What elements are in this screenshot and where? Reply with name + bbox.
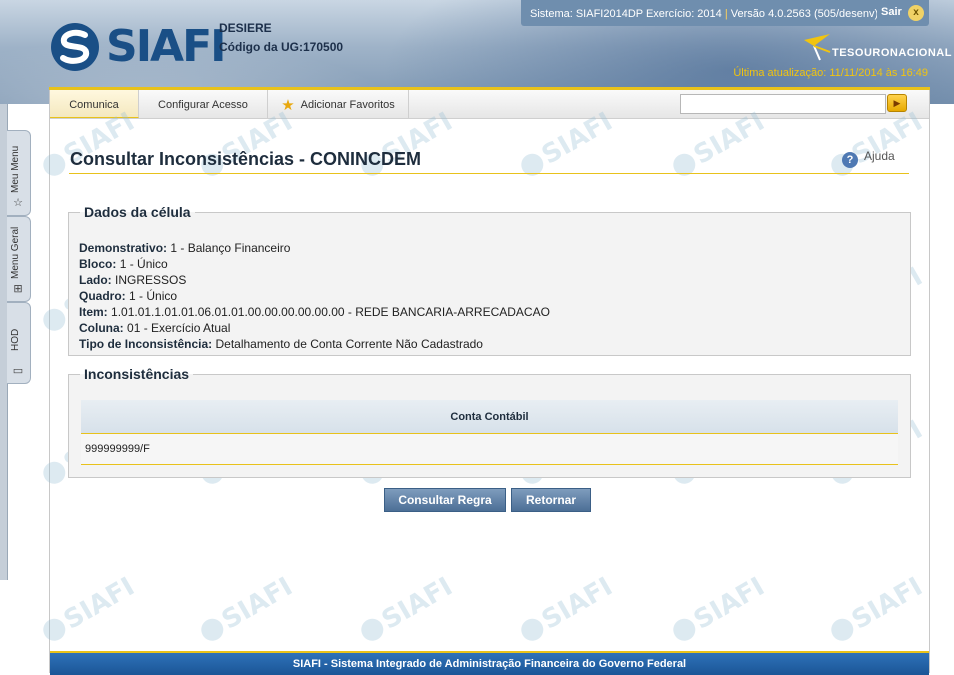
logout-label: Sair (881, 6, 902, 18)
tesouro-star-icon (804, 34, 831, 61)
field-coluna: Coluna: 01 - Exercício Atual (79, 320, 550, 336)
field-demonstrativo: Demonstrativo: 1 - Balanço Financeiro (79, 240, 550, 256)
field-label: Demonstrativo: (79, 241, 168, 255)
tesouro-nacional-label: TESOURONACIONAL (832, 47, 952, 59)
siafi-logo: SIAFI (50, 21, 227, 72)
side-tab-label: Menu Geral (10, 226, 21, 279)
system-info: Sistema: SIAFI2014DP Exercício: 2014 (530, 8, 722, 20)
toolbar-item-label: Adicionar Favoritos (300, 99, 395, 111)
toolbar-item-comunica[interactable]: Comunica (50, 90, 139, 118)
inconsistencias-panel: Inconsistências Conta Contábil 999999999… (68, 366, 911, 478)
field-label: Item: (79, 305, 108, 319)
field-label: Coluna: (79, 321, 124, 335)
search-go-button[interactable]: ▶ (887, 94, 907, 112)
retornar-button[interactable]: Retornar (511, 488, 591, 512)
field-quadro: Quadro: 1 - Único (79, 288, 550, 304)
system-info-bar: Sistema: SIAFI2014DP Exercício: 2014 | V… (521, 0, 888, 26)
side-tab-label: HOD (10, 328, 21, 351)
user-info: DESIERE Código da UG:170500 (219, 19, 343, 57)
field-value: 01 - Exercício Atual (127, 321, 231, 335)
search-input[interactable] (680, 94, 886, 114)
field-label: Quadro: (79, 289, 126, 303)
help-link[interactable]: ? Ajuda (842, 149, 895, 168)
column-header-conta-contabil[interactable]: Conta Contábil (81, 400, 898, 434)
title-divider (69, 173, 909, 174)
siafi-logo-text: SIAFI (106, 21, 227, 72)
user-name: DESIERE (219, 21, 272, 35)
ug-label: Código da UG: (219, 40, 303, 54)
field-value: 1.01.01.1.01.01.06.01.01.00.00.00.00.00.… (111, 305, 550, 319)
field-label: Tipo de Inconsistência: (79, 337, 213, 351)
ug-info: Código da UG:170500 (219, 38, 343, 57)
page-title: Consultar Inconsistências - CONINCDEM (70, 149, 422, 169)
field-item: Item: 1.01.01.1.01.01.06.01.01.00.00.00.… (79, 304, 550, 320)
field-tipo-inconsistencia: Tipo de Inconsistência: Detalhamento de … (79, 336, 550, 352)
ug-code: 170500 (303, 40, 344, 54)
field-value: 1 - Único (129, 289, 178, 303)
siafi-logo-icon (51, 23, 99, 71)
help-label: Ajuda (864, 149, 895, 163)
side-tab-meu-menu[interactable]: Meu Menu ☆ (7, 130, 31, 216)
help-icon: ? (842, 152, 858, 168)
field-value: Detalhamento de Conta Corrente Não Cadas… (215, 337, 483, 351)
field-value: INGRESSOS (115, 273, 187, 287)
dados-celula-legend: Dados da célula (84, 204, 191, 220)
table-row[interactable]: 999999999/F (81, 434, 898, 465)
version-info: Versão 4.0.2563 (505/desenv) (730, 8, 879, 20)
consultar-regra-button[interactable]: Consultar Regra (384, 488, 506, 512)
field-bloco: Bloco: 1 - Único (79, 256, 550, 272)
dados-celula-fields: Demonstrativo: 1 - Balanço Financeiro Bl… (79, 240, 550, 352)
close-icon: x (908, 5, 924, 21)
field-lado: Lado: INGRESSOS (79, 272, 550, 288)
logout-button[interactable]: Sair x (877, 0, 929, 26)
field-value: 1 - Balanço Financeiro (170, 241, 291, 255)
favorite-star-icon: ★ (281, 97, 295, 114)
toolbar-item-configurar-acesso[interactable]: Configurar Acesso (139, 90, 268, 118)
dados-celula-panel: Dados da célula Demonstrativo: 1 - Balan… (68, 204, 911, 356)
side-tab-label: Meu Menu (10, 145, 21, 193)
side-tab-hod[interactable]: HOD ▭ (7, 302, 31, 384)
sitemap-icon: ⊞ (13, 283, 23, 295)
table-cell: 999999999/F (85, 443, 150, 455)
field-value: 1 - Único (119, 257, 168, 271)
monitor-icon: ▭ (12, 365, 24, 377)
field-label: Bloco: (79, 257, 117, 271)
field-label: Lado: (79, 273, 112, 287)
last-update: Última atualização: 11/11/2014 às 16:49 (733, 67, 928, 79)
inconsistencias-legend: Inconsistências (84, 366, 190, 382)
toolbar-item-adicionar-favoritos[interactable]: ★ Adicionar Favoritos (268, 90, 409, 118)
footer: SIAFI - Sistema Integrado de Administraç… (50, 651, 929, 675)
toolbar: Comunica Configurar Acesso ★ Adicionar Fa… (50, 90, 929, 119)
star-icon: ☆ (13, 197, 23, 209)
system-info-separator: | (724, 8, 728, 20)
side-tab-menu-geral[interactable]: Menu Geral ⊞ (7, 216, 31, 302)
tesouro-nacional-logo: TESOURONACIONAL (800, 32, 951, 62)
